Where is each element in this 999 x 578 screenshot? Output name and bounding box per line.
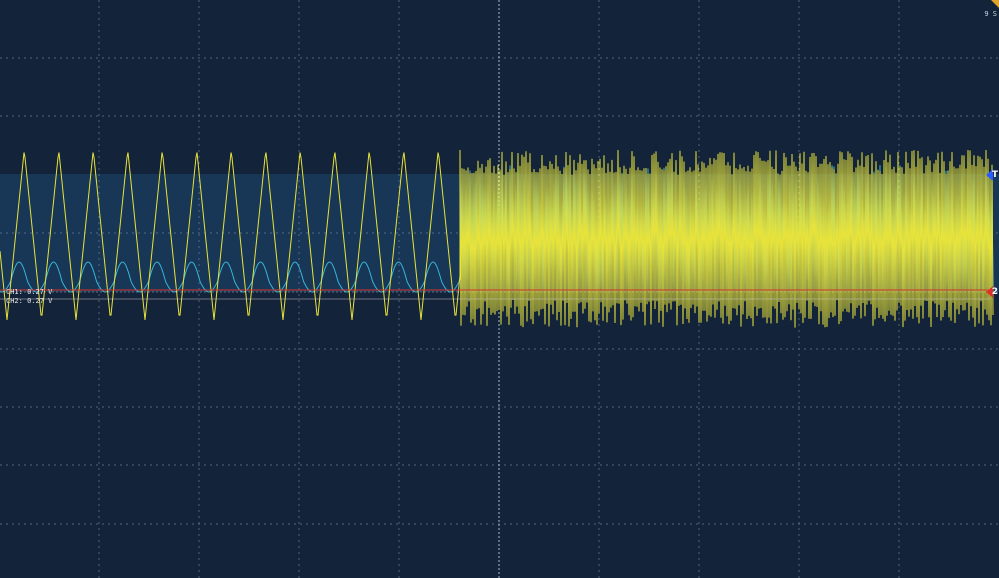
waveform-screen[interactable] (0, 0, 999, 578)
corner-readout: 9 S (984, 10, 997, 18)
oscilloscope-display[interactable]: CH1: 0.27 V CH2: 0.27 V 9 S T 2 (0, 0, 999, 578)
ch1-offset-label: CH1: 0.27 V (6, 288, 53, 296)
trigger-marker-label: T (991, 170, 998, 180)
ch2-position-marker[interactable]: 2 (986, 286, 999, 298)
trigger-level-marker[interactable]: T (986, 169, 999, 181)
ch2-marker-label: 2 (991, 287, 998, 297)
corner-flag-icon (991, 0, 999, 8)
ch2-offset-label: CH2: 0.27 V (6, 297, 53, 305)
